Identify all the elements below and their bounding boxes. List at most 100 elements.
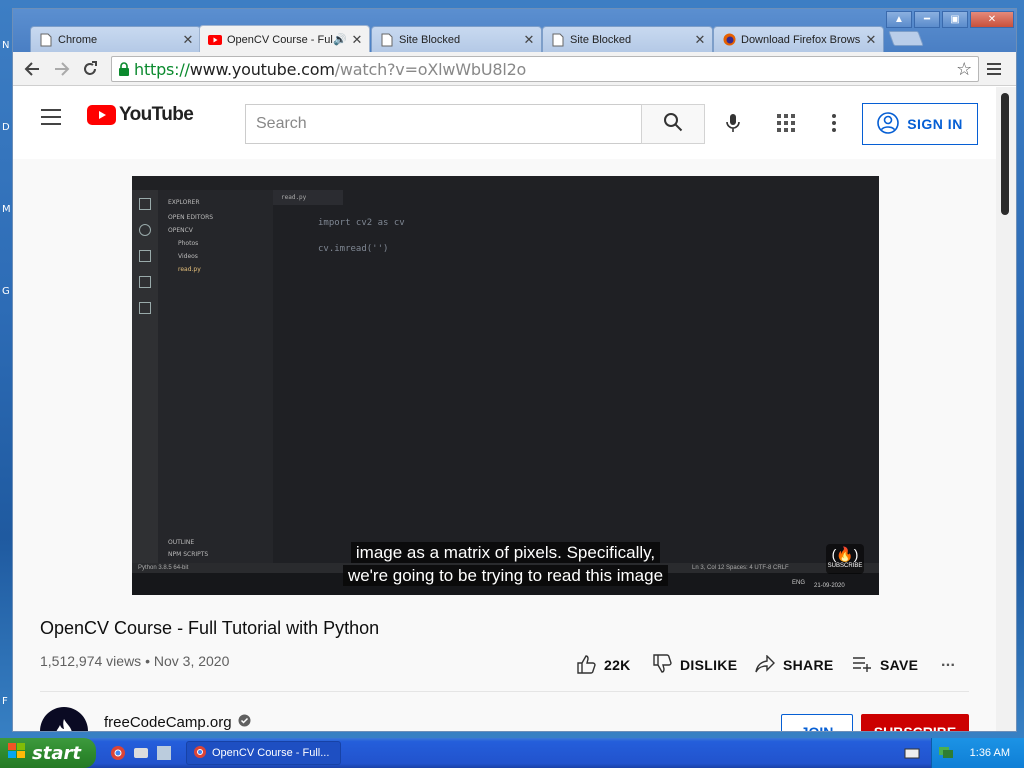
- scrollbar-thumb[interactable]: [1001, 93, 1009, 215]
- more-actions-icon[interactable]: ...: [941, 650, 955, 674]
- tab-strip: Chrome ✕ OpenCV Course - Full 🔊 ✕ Site B…: [13, 9, 1016, 53]
- browser-toolbar: https://www.youtube.com/watch?v=oXlwWbU8…: [13, 52, 1016, 86]
- new-tab-button[interactable]: [888, 31, 924, 46]
- hamburger-menu-icon[interactable]: [41, 109, 61, 125]
- playlist-add-icon: [852, 656, 872, 675]
- apps-grid-icon[interactable]: [774, 111, 798, 135]
- url-host: www.youtube.com: [189, 59, 335, 79]
- keyboard-tray-icon[interactable]: [904, 745, 920, 761]
- video-player[interactable]: EXPLORER OPEN EDITORS OPENCV Photos Vide…: [132, 176, 879, 595]
- close-icon[interactable]: ✕: [694, 32, 706, 48]
- desktop-letter: M: [2, 204, 11, 215]
- desktop-letter: N: [2, 40, 10, 51]
- search-button[interactable]: [641, 104, 705, 144]
- folder-item: Videos: [178, 253, 198, 260]
- channel-name-text: freeCodeCamp.org: [104, 714, 232, 731]
- start-button[interactable]: start: [0, 738, 96, 768]
- search-input[interactable]: Search: [245, 104, 642, 144]
- save-button[interactable]: SAVE: [852, 653, 918, 677]
- url-scheme: https://: [134, 59, 190, 79]
- profile-icon[interactable]: ▲: [886, 11, 912, 28]
- save-label: SAVE: [880, 657, 919, 673]
- channel-name[interactable]: freeCodeCamp.org: [104, 714, 251, 731]
- minimize-button[interactable]: ━: [914, 11, 940, 28]
- join-button[interactable]: JOIN: [781, 714, 853, 731]
- vscode-titlebar: [132, 176, 879, 190]
- page-icon: [551, 33, 565, 47]
- sign-in-label: SIGN IN: [907, 116, 963, 132]
- close-icon[interactable]: ✕: [351, 32, 363, 48]
- thumbs-down-icon: [652, 653, 672, 677]
- code-line: cv.imread(''): [318, 244, 389, 254]
- firefox-icon: [722, 33, 736, 47]
- browser-window: Chrome ✕ OpenCV Course - Full 🔊 ✕ Site B…: [12, 8, 1017, 732]
- close-icon[interactable]: ✕: [865, 32, 877, 48]
- back-button[interactable]: [21, 58, 43, 80]
- tab-site-blocked-2[interactable]: Site Blocked ✕: [542, 26, 713, 52]
- tab-label: Site Blocked: [570, 33, 632, 46]
- meta-separator: •: [145, 653, 150, 669]
- forward-button[interactable]: [51, 58, 73, 80]
- dislike-button[interactable]: DISLIKE: [652, 653, 737, 677]
- view-count: 1,512,974 views: [40, 653, 142, 669]
- folder-item: Photos: [178, 240, 199, 247]
- speaker-icon[interactable]: 🔊: [333, 33, 347, 46]
- youtube-logo-text: YouTube: [119, 104, 194, 125]
- tab-site-blocked[interactable]: Site Blocked ✕: [371, 26, 542, 52]
- account-icon: [877, 111, 899, 137]
- network-icon[interactable]: [938, 745, 954, 762]
- upload-date: Nov 3, 2020: [153, 653, 230, 669]
- youtube-play-icon: [87, 105, 116, 125]
- tab-chrome[interactable]: Chrome ✕: [30, 26, 201, 52]
- address-bar[interactable]: https://www.youtube.com/watch?v=oXlwWbU8…: [111, 56, 979, 82]
- maximize-button[interactable]: ▣: [942, 11, 968, 28]
- app-quicklaunch-icon[interactable]: [133, 745, 149, 761]
- youtube-logo[interactable]: YouTube: [87, 104, 194, 126]
- dislike-label: DISLIKE: [680, 657, 738, 673]
- microphone-icon[interactable]: [721, 111, 745, 135]
- like-button[interactable]: 22K: [576, 653, 631, 677]
- taskbar-item-opencv[interactable]: OpenCV Course - Full...: [186, 741, 341, 765]
- debug-icon: [139, 276, 151, 288]
- channel-avatar[interactable]: [40, 707, 88, 731]
- share-icon: [755, 653, 775, 676]
- windows-logo-icon: [8, 742, 26, 764]
- youtube-icon: [208, 33, 222, 47]
- windows-taskbar: start OpenCV Course - Full... 1:36 AM: [0, 738, 1024, 768]
- source-control-icon: [139, 250, 151, 262]
- star-icon[interactable]: ☆: [956, 59, 972, 80]
- close-icon[interactable]: ✕: [182, 32, 194, 48]
- system-tray: 1:36 AM: [931, 738, 1024, 768]
- caption-line-2: we're going to be trying to read this im…: [132, 565, 879, 586]
- files-icon: [139, 198, 151, 210]
- caption-line-1: image as a matrix of pixels. Specificall…: [132, 542, 879, 563]
- chrome-icon: [193, 745, 207, 762]
- start-label: start: [32, 742, 81, 764]
- reload-button[interactable]: [79, 58, 101, 80]
- clock[interactable]: 1:36 AM: [970, 747, 1010, 759]
- open-editors-label: OPEN EDITORS: [168, 214, 214, 221]
- subscribe-button[interactable]: SUBSCRIBE: [861, 714, 969, 731]
- file-item: read.py: [178, 266, 201, 273]
- close-icon[interactable]: ✕: [523, 32, 535, 48]
- search-icon: [139, 224, 151, 236]
- project-label: OPENCV: [168, 227, 193, 234]
- close-window-button[interactable]: ✕: [970, 11, 1014, 28]
- desktop-letter: G: [2, 286, 10, 297]
- share-button[interactable]: SHARE: [755, 653, 834, 677]
- page-icon: [39, 33, 53, 47]
- tab-download-firefox[interactable]: Download Firefox Brows ✕: [713, 26, 884, 52]
- code-line: import cv2 as cv: [318, 218, 405, 228]
- sign-in-button[interactable]: SIGN IN: [862, 103, 978, 145]
- youtube-page: YouTube Search SIGN IN EXPLORER OPEN EDI…: [13, 87, 996, 731]
- menu-icon[interactable]: [983, 58, 1005, 80]
- explorer-label: EXPLORER: [168, 199, 200, 206]
- tab-opencv-course[interactable]: OpenCV Course - Full 🔊 ✕: [199, 25, 370, 53]
- vscode-activity-bar: [132, 190, 158, 566]
- chrome-quicklaunch-icon[interactable]: [110, 745, 126, 761]
- page-scrollbar[interactable]: [996, 87, 1016, 731]
- more-vertical-icon[interactable]: [822, 111, 846, 135]
- ie-quicklaunch-icon[interactable]: [156, 745, 172, 761]
- editor-tab: read.py: [273, 190, 343, 205]
- page-icon: [380, 33, 394, 47]
